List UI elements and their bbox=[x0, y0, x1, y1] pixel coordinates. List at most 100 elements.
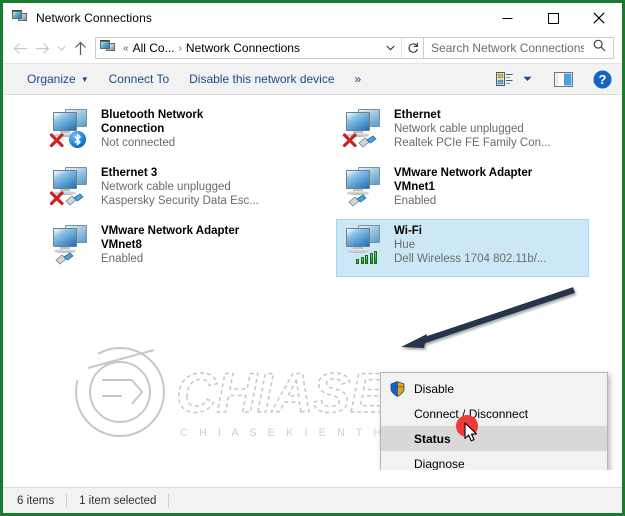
toolbar-right-group: ? bbox=[492, 67, 616, 91]
disable-network-device-button[interactable]: Disable this network device bbox=[179, 67, 344, 91]
menu-item-label: Diagnose bbox=[414, 456, 465, 471]
menu-item-disable[interactable]: Disable bbox=[381, 376, 607, 401]
menu-item-no-icon bbox=[386, 430, 408, 448]
status-divider bbox=[168, 493, 170, 508]
breadcrumb-overflow[interactable]: « bbox=[119, 43, 133, 54]
organize-button[interactable]: Organize ▼ bbox=[17, 67, 99, 91]
chevron-down-icon[interactable] bbox=[380, 43, 401, 53]
connection-status: Enabled bbox=[394, 195, 437, 207]
connection-name: Ethernet bbox=[394, 109, 441, 121]
connection-device: Realtek PCIe FE Family Con... bbox=[394, 137, 551, 149]
connection-status: Hue bbox=[394, 239, 416, 251]
connection-item-ethernet[interactable]: Ethernet Network cable unplugged Realtek… bbox=[336, 103, 589, 161]
window-controls bbox=[484, 3, 622, 33]
connection-text: Ethernet Network cable unplugged Realtek… bbox=[394, 107, 587, 150]
help-icon[interactable]: ? bbox=[589, 67, 616, 91]
connection-text: Ethernet 3 Network cable unplugged Kaspe… bbox=[101, 165, 294, 208]
network-cable-icon bbox=[65, 193, 84, 206]
network-connections-icon bbox=[100, 40, 116, 56]
context-menu[interactable]: Disable Connect / Disconnect Status Diag… bbox=[380, 372, 608, 470]
command-bar: Organize ▼ Connect To Disable this netwo… bbox=[3, 63, 622, 95]
connection-name: Wi-Fi bbox=[394, 225, 422, 237]
red-x-icon bbox=[49, 191, 64, 206]
pointer-arrow-annotation bbox=[401, 287, 575, 348]
connection-name: VMware Network Adapter bbox=[101, 225, 240, 237]
mouse-pointer-cursor bbox=[464, 422, 477, 442]
connection-text: VMware Network Adapter VMnet1 Enabled bbox=[394, 165, 587, 208]
organize-label: Organize bbox=[27, 72, 76, 86]
menu-item-label: Disable bbox=[414, 381, 455, 396]
network-adapter-icon bbox=[342, 223, 388, 265]
connection-name-line2: Connection bbox=[101, 123, 165, 135]
search-icon[interactable] bbox=[586, 39, 613, 57]
connections-grid: Bluetooth Network Connection Not connect… bbox=[3, 103, 622, 277]
minimize-button[interactable] bbox=[484, 3, 530, 33]
window-title: Network Connections bbox=[36, 11, 152, 25]
svg-text:?: ? bbox=[599, 72, 607, 87]
connection-text: Bluetooth Network Connection Not connect… bbox=[101, 107, 294, 150]
menu-item-label: Status bbox=[414, 431, 451, 446]
network-cable-icon bbox=[55, 252, 74, 265]
connection-name: VMware Network Adapter bbox=[394, 167, 533, 179]
connect-to-button[interactable]: Connect To bbox=[99, 67, 180, 91]
recent-locations-icon[interactable] bbox=[53, 36, 69, 60]
preview-pane-icon[interactable] bbox=[550, 67, 577, 91]
toolbar-overflow-button[interactable]: » bbox=[345, 67, 372, 91]
back-arrow-icon[interactable] bbox=[9, 36, 31, 60]
connection-status: Enabled bbox=[101, 253, 144, 265]
menu-item-diagnose[interactable]: Diagnose bbox=[381, 451, 607, 471]
connection-text: VMware Network Adapter VMnet8 Enabled bbox=[101, 223, 294, 266]
connection-item-vmnet8[interactable]: VMware Network Adapter VMnet8 Enabled bbox=[43, 219, 296, 277]
close-button[interactable] bbox=[576, 3, 622, 33]
wifi-signal-icon bbox=[356, 249, 378, 264]
breadcrumb-parent[interactable]: All Co... bbox=[133, 41, 175, 55]
connection-name: Ethernet 3 bbox=[101, 167, 158, 179]
view-options-icon[interactable] bbox=[492, 67, 517, 91]
connection-name-line2: VMnet1 bbox=[394, 181, 435, 193]
selection-label: 1 item selected bbox=[79, 494, 157, 507]
connection-status: Not connected bbox=[101, 137, 176, 149]
network-adapter-icon bbox=[342, 165, 388, 207]
network-connections-icon bbox=[12, 10, 28, 26]
connection-item-bluetooth[interactable]: Bluetooth Network Connection Not connect… bbox=[43, 103, 296, 161]
explorer-window: Network Connections « All Co... › Networ… bbox=[3, 3, 622, 513]
network-adapter-icon bbox=[342, 107, 388, 149]
maximize-button[interactable] bbox=[530, 3, 576, 33]
up-arrow-icon[interactable] bbox=[69, 36, 91, 60]
refresh-icon[interactable] bbox=[401, 38, 423, 58]
network-adapter-icon bbox=[49, 223, 95, 265]
red-x-icon bbox=[49, 133, 64, 148]
view-options-caret-icon[interactable] bbox=[519, 67, 536, 91]
connection-device: Dell Wireless 1704 802.11b/... bbox=[394, 253, 547, 265]
network-cable-icon bbox=[358, 135, 377, 148]
menu-item-no-icon bbox=[386, 455, 408, 471]
address-bar: « All Co... › Network Connections bbox=[3, 33, 622, 63]
network-adapter-icon bbox=[49, 165, 95, 207]
menu-item-status[interactable]: Status bbox=[381, 426, 607, 451]
uac-shield-icon bbox=[386, 380, 408, 398]
title-bar: Network Connections bbox=[3, 3, 622, 33]
connection-status: Network cable unplugged bbox=[101, 181, 231, 193]
connection-name: Bluetooth Network bbox=[101, 109, 204, 121]
bluetooth-icon bbox=[69, 131, 86, 148]
item-count-label: 6 items bbox=[17, 494, 55, 507]
menu-item-connect-disconnect[interactable]: Connect / Disconnect bbox=[381, 401, 607, 426]
search-input[interactable] bbox=[424, 40, 586, 56]
connection-status: Network cable unplugged bbox=[394, 123, 524, 135]
connection-item-ethernet-3[interactable]: Ethernet 3 Network cable unplugged Kaspe… bbox=[43, 161, 296, 219]
connections-list-view[interactable]: CHIASEKIENTHUC C H I A S E K I E N T H U… bbox=[3, 95, 622, 470]
connection-text: Wi-Fi Hue Dell Wireless 1704 802.11b/... bbox=[394, 223, 587, 266]
connection-device: Kaspersky Security Data Esc... bbox=[101, 195, 259, 207]
network-adapter-icon bbox=[49, 107, 95, 149]
connection-name-line2: VMnet8 bbox=[101, 239, 142, 251]
search-box[interactable] bbox=[424, 37, 614, 59]
forward-arrow-icon[interactable] bbox=[31, 36, 53, 60]
connection-item-vmnet1[interactable]: VMware Network Adapter VMnet1 Enabled bbox=[336, 161, 589, 219]
status-divider bbox=[66, 493, 68, 508]
connection-item-wifi[interactable]: Wi-Fi Hue Dell Wireless 1704 802.11b/... bbox=[336, 219, 589, 277]
breadcrumb-separator[interactable]: › bbox=[175, 43, 186, 54]
breadcrumb-current[interactable]: Network Connections bbox=[186, 41, 300, 55]
breadcrumb[interactable]: « All Co... › Network Connections bbox=[95, 37, 424, 59]
menu-item-no-icon bbox=[386, 405, 408, 423]
chevron-down-icon: ▼ bbox=[80, 74, 89, 84]
